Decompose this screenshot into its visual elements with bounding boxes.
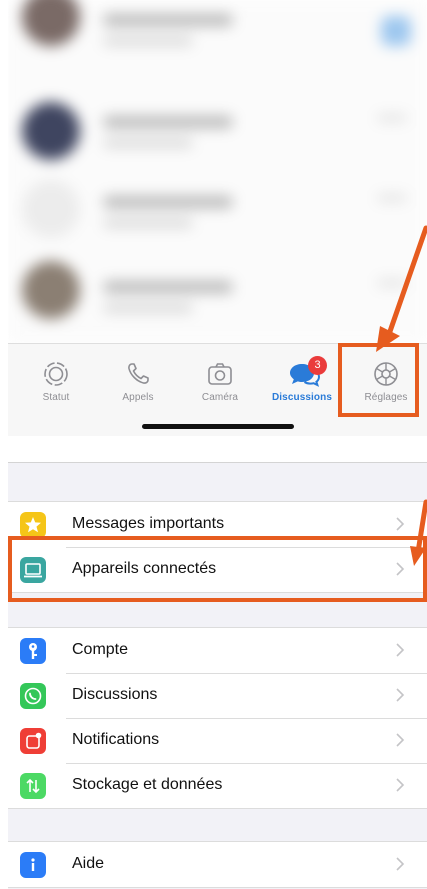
key-icon — [20, 638, 46, 664]
storage-arrows-icon — [20, 773, 46, 799]
home-indicator — [142, 424, 294, 429]
avatar — [22, 0, 80, 46]
settings-row-stockage[interactable]: Stockage et données — [8, 763, 427, 808]
row-label: Aide — [72, 855, 105, 872]
row-label: Stockage et données — [72, 776, 223, 793]
chat-row[interactable] — [8, 0, 427, 80]
phone-icon — [124, 360, 152, 388]
chevron-right-icon — [396, 857, 405, 871]
chat-list-blurred — [8, 0, 427, 343]
appareils-connectes-highlight-box — [8, 536, 427, 602]
chat-name-placeholder — [103, 281, 233, 293]
tab-discussions[interactable]: 3 Discussions — [262, 356, 342, 403]
chat-row[interactable] — [8, 170, 427, 250]
row-label: Messages importants — [72, 515, 225, 532]
chat-time-placeholder — [377, 279, 407, 287]
chat-name-placeholder — [103, 116, 233, 128]
chevron-right-icon — [396, 778, 405, 792]
avatar — [22, 102, 80, 160]
row-label: Notifications — [72, 731, 160, 748]
camera-icon — [206, 360, 234, 388]
settings-row-aide[interactable]: Aide — [8, 842, 427, 887]
chat-row[interactable] — [8, 90, 427, 170]
tab-label: Statut — [42, 392, 70, 403]
chevron-right-icon — [396, 517, 405, 531]
chat-name-placeholder — [103, 196, 233, 208]
settings-screen: Messages importants Appareils connectés … — [8, 462, 427, 889]
avatar — [22, 180, 80, 238]
tab-appels[interactable]: Appels — [98, 360, 178, 403]
settings-row-discussions[interactable]: Discussions — [8, 673, 427, 718]
info-icon — [20, 852, 46, 878]
chevron-right-icon — [396, 733, 405, 747]
star-icon — [20, 512, 46, 538]
tab-label: Discussions — [271, 392, 332, 403]
unread-indicator — [381, 16, 411, 46]
chat-row[interactable] — [8, 255, 427, 335]
tab-label: Caméra — [201, 392, 239, 403]
chat-preview-placeholder — [103, 218, 193, 228]
settings-group-3: Aide — [8, 841, 427, 888]
settings-group-2: Compte Discussions Notifications Stockag… — [8, 627, 427, 809]
chat-time-placeholder — [377, 114, 407, 122]
chevron-right-icon — [396, 688, 405, 702]
row-label: Discussions — [72, 686, 158, 703]
whatsapp-icon — [20, 683, 46, 709]
tab-camera[interactable]: Caméra — [180, 360, 260, 403]
settings-row-notifications[interactable]: Notifications — [8, 718, 427, 763]
unread-count-badge: 3 — [308, 356, 327, 375]
tab-label: Appels — [122, 392, 154, 403]
chevron-right-icon — [396, 643, 405, 657]
chat-preview-placeholder — [103, 138, 193, 148]
tab-statut[interactable]: Statut — [16, 360, 96, 403]
notification-icon — [20, 728, 46, 754]
chat-preview-placeholder — [103, 36, 193, 46]
avatar — [22, 261, 80, 319]
status-icon — [42, 360, 70, 388]
row-label: Compte — [72, 641, 129, 658]
settings-row-compte[interactable]: Compte — [8, 628, 427, 673]
reglages-highlight-box — [338, 343, 419, 417]
chat-name-placeholder — [103, 14, 233, 26]
chat-preview-placeholder — [103, 303, 193, 313]
chat-time-placeholder — [377, 194, 407, 202]
